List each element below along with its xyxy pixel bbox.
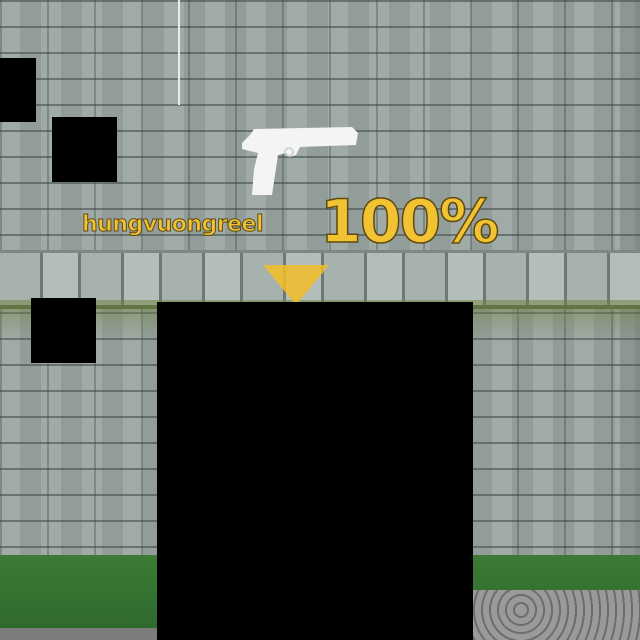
redacted-box [31,298,96,363]
redacted-box [157,302,473,640]
redacted-box [0,58,36,122]
health-percent: 100% [319,187,500,257]
redacted-box [52,117,117,182]
hanging-wire [178,0,180,105]
triangle-down-icon [263,265,329,305]
cobblestone-path [470,590,640,640]
player-name: hungvuongreel [82,212,265,238]
cobblestone-edge [0,628,160,640]
